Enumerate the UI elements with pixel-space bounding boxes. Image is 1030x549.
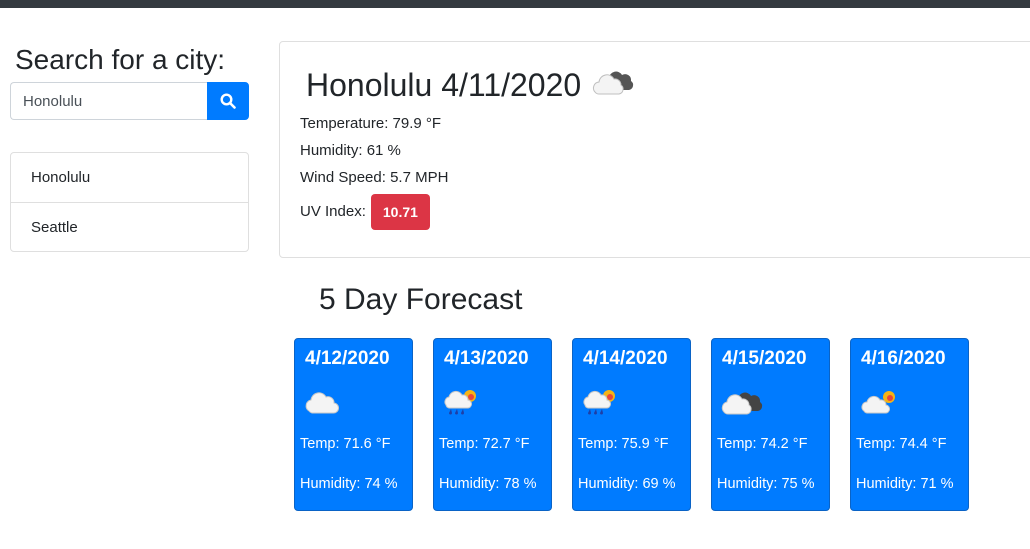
forecast-card: 4/12/2020 Temp: 71.6 °F Humidity: 74 % bbox=[294, 338, 413, 511]
forecast-card: 4/14/2020 Temp: 75.9 °F Humidity: 69 % bbox=[572, 338, 691, 511]
history-item[interactable]: Seattle bbox=[11, 202, 248, 251]
forecast-temperature: Temp: 74.2 °F bbox=[717, 436, 808, 452]
forecast-date: 4/14/2020 bbox=[583, 348, 668, 369]
current-uv-index: UV Index: 10.71 bbox=[300, 194, 430, 230]
forecast-temperature: Temp: 75.9 °F bbox=[578, 436, 669, 452]
rain-sun-icon bbox=[442, 387, 482, 422]
current-city-title: Honolulu 4/11/2020 bbox=[306, 64, 635, 105]
rain-sun-icon bbox=[581, 387, 621, 422]
forecast-card: 4/15/2020 Temp: 74.2 °F Humidity: 75 % bbox=[711, 338, 830, 511]
forecast-temperature: Temp: 71.6 °F bbox=[300, 436, 391, 452]
uv-index-badge: 10.71 bbox=[370, 194, 430, 230]
current-humidity: Humidity: 61 % bbox=[300, 141, 401, 161]
forecast-temperature: Temp: 74.4 °F bbox=[856, 436, 947, 452]
wind-value: 5.7 MPH bbox=[390, 169, 449, 186]
forecast-date: 4/16/2020 bbox=[861, 348, 946, 369]
current-date: 4/11/2020 bbox=[441, 66, 582, 103]
forecast-date: 4/13/2020 bbox=[444, 348, 529, 369]
history-item[interactable]: Honolulu bbox=[11, 153, 248, 202]
forecast-humidity: Humidity: 75 % bbox=[717, 476, 815, 492]
forecast-humidity: Humidity: 74 % bbox=[300, 476, 398, 492]
forecast-card: 4/16/2020 Temp: 74.4 °F Humidity: 71 % bbox=[850, 338, 969, 511]
humidity-value: 61 % bbox=[366, 142, 401, 159]
cloud-icon bbox=[303, 387, 343, 420]
search-history-list: Honolulu Seattle bbox=[10, 152, 249, 252]
current-wind-speed: Wind Speed: 5.7 MPH bbox=[300, 168, 448, 188]
current-city-name: Honolulu bbox=[306, 66, 433, 103]
uv-label: UV Index: bbox=[300, 203, 366, 220]
humidity-label: Humidity: bbox=[300, 142, 363, 159]
temperature-label: Temperature: bbox=[300, 115, 389, 132]
top-navbar bbox=[0, 0, 1030, 8]
temperature-value: 79.9 °F bbox=[392, 115, 442, 132]
current-weather-card: Honolulu 4/11/2020 Temperature: 79.9 °F … bbox=[279, 41, 1030, 258]
forecast-date: 4/15/2020 bbox=[722, 348, 807, 369]
broken-clouds-icon bbox=[591, 64, 635, 105]
city-search-input[interactable] bbox=[10, 82, 207, 120]
cloud-sun-icon bbox=[859, 387, 901, 420]
search-icon bbox=[220, 93, 236, 109]
search-button[interactable] bbox=[207, 82, 249, 120]
current-temperature: Temperature: 79.9 °F bbox=[300, 114, 441, 134]
forecast-heading: 5 Day Forecast bbox=[319, 283, 523, 316]
search-heading: Search for a city: bbox=[15, 44, 226, 75]
search-form bbox=[10, 82, 249, 120]
forecast-humidity: Humidity: 69 % bbox=[578, 476, 676, 492]
forecast-date: 4/12/2020 bbox=[305, 348, 390, 369]
forecast-card: 4/13/2020 Temp: 72.7 °F Humidity: 78 % bbox=[433, 338, 552, 511]
forecast-temperature: Temp: 72.7 °F bbox=[439, 436, 530, 452]
broken-clouds-icon bbox=[720, 387, 764, 420]
wind-label: Wind Speed: bbox=[300, 169, 386, 186]
forecast-humidity: Humidity: 71 % bbox=[856, 476, 954, 492]
forecast-humidity: Humidity: 78 % bbox=[439, 476, 537, 492]
